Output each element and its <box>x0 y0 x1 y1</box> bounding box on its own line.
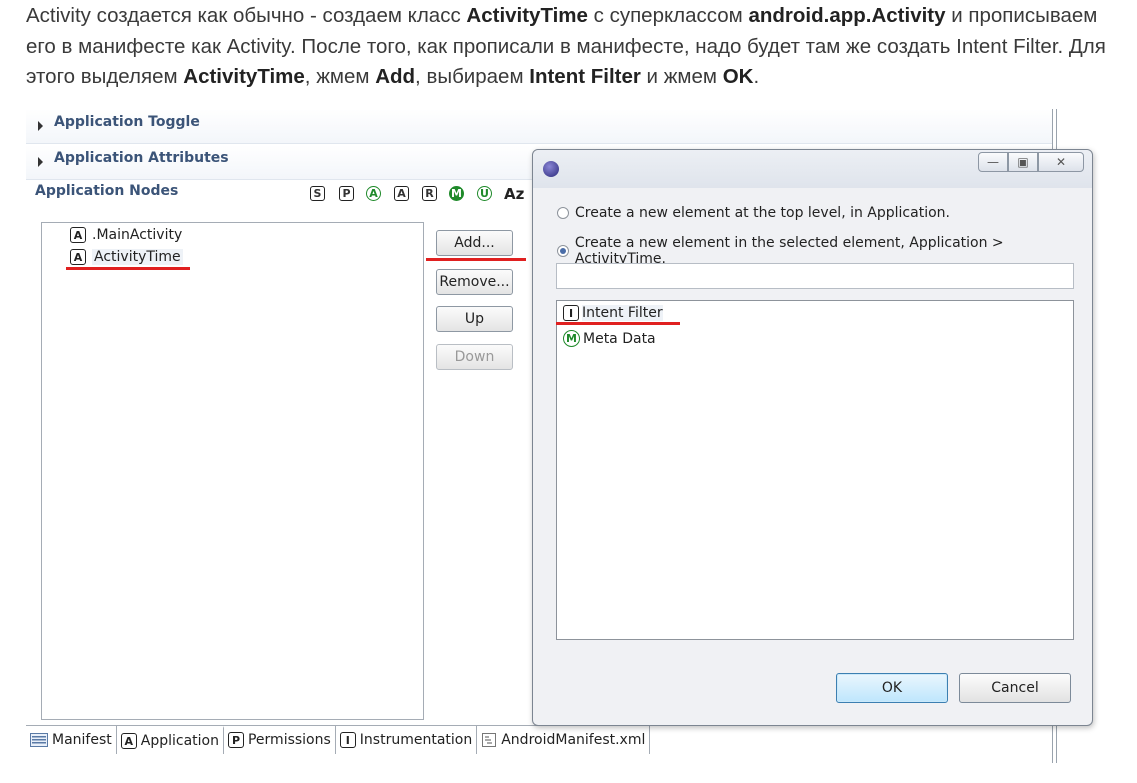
radio-selected-icon[interactable] <box>557 245 569 257</box>
tab-label: Permissions <box>247 732 331 748</box>
paragraph-bold: ActivityTime <box>466 4 588 27</box>
close-icon[interactable]: ✕ <box>1038 152 1084 172</box>
option-label: Create a new element at the top level, i… <box>575 205 950 221</box>
list-item-intent-filter[interactable]: I Intent Filter <box>563 305 663 321</box>
add-service-icon[interactable]: S <box>310 186 325 201</box>
paragraph-bold: Intent Filter <box>529 65 641 88</box>
xml-file-icon <box>482 733 497 747</box>
ok-button[interactable]: OK <box>836 673 948 703</box>
paragraph-text: Activity создается как обычно - создаем … <box>26 1 1116 93</box>
add-uses-library-icon[interactable]: U <box>477 186 492 201</box>
paragraph-bold: OK <box>722 65 754 88</box>
eclipse-screenshot: Application Toggle Application Attribute… <box>26 109 1111 763</box>
application-icon: A <box>120 733 137 749</box>
add-button[interactable]: Add... <box>436 230 513 256</box>
add-receiver-icon[interactable]: R <box>422 186 437 201</box>
tab-androidmanifest-xml[interactable]: AndroidManifest.xml <box>477 726 651 754</box>
radio-icon[interactable] <box>557 207 569 219</box>
activity-icon: A <box>70 249 86 265</box>
tab-instrumentation[interactable]: I Instrumentation <box>336 726 478 754</box>
minimize-icon[interactable]: — <box>978 152 1008 172</box>
highlight-underline <box>426 258 526 261</box>
expand-triangle-icon <box>38 121 43 131</box>
paragraph-part: , выбираем <box>415 65 530 88</box>
tab-label: Application <box>140 733 219 749</box>
list-item-label: Meta Data <box>583 330 656 347</box>
section-title: Application Toggle <box>54 114 200 130</box>
paragraph-part: , жмем <box>304 65 376 88</box>
section-application-toggle[interactable]: Application Toggle <box>26 109 1052 144</box>
tab-application[interactable]: A Application <box>116 726 224 754</box>
element-type-list[interactable]: I Intent Filter M Meta Data <box>556 300 1074 640</box>
expand-triangle-icon <box>38 157 43 167</box>
highlight-underline <box>556 322 680 325</box>
dialog-titlebar: — ▣ ✕ <box>533 150 1092 188</box>
intent-filter-icon: I <box>563 305 579 321</box>
add-activity-icon[interactable]: A <box>394 186 409 201</box>
paragraph-part: . <box>753 65 760 88</box>
add-activity-alias-icon[interactable]: A <box>366 186 381 201</box>
down-button[interactable]: Down <box>436 344 513 370</box>
remove-button[interactable]: Remove... <box>436 269 513 295</box>
list-item-label: Intent Filter <box>582 305 663 321</box>
highlight-underline <box>66 267 190 270</box>
list-item-meta-data[interactable]: M Meta Data <box>563 330 656 347</box>
paragraph-part: и жмем <box>640 65 723 88</box>
tree-item-label: .MainActivity <box>92 227 183 243</box>
tree-item-mainactivity[interactable]: A .MainActivity <box>70 227 182 243</box>
tab-label: Instrumentation <box>359 732 473 748</box>
tab-manifest[interactable]: Manifest <box>26 726 117 754</box>
paragraph-bold: android.app.Activity <box>748 4 946 27</box>
window-controls: — ▣ ✕ <box>978 152 1084 172</box>
add-provider-icon[interactable]: P <box>339 186 354 201</box>
cancel-button[interactable]: Cancel <box>959 673 1071 703</box>
application-nodes-tree[interactable]: A .MainActivity A ActivityTime <box>41 222 424 720</box>
permissions-icon: P <box>227 732 244 748</box>
filter-input[interactable] <box>556 263 1074 289</box>
tree-item-activitytime[interactable]: A ActivityTime <box>70 249 183 265</box>
tab-permissions[interactable]: P Permissions <box>224 726 336 754</box>
meta-data-icon: M <box>563 330 580 347</box>
option-top-level[interactable]: Create a new element at the top level, i… <box>557 205 950 221</box>
paragraph-bold: ActivityTime <box>183 65 305 88</box>
tree-item-label: ActivityTime <box>92 249 183 265</box>
maximize-icon[interactable]: ▣ <box>1008 152 1038 172</box>
add-metadata-icon[interactable]: M <box>449 186 464 201</box>
section-title: Application Attributes <box>54 150 229 166</box>
up-button[interactable]: Up <box>436 306 513 332</box>
application-nodes-header: Application Nodes <box>35 183 179 199</box>
instrumentation-icon: I <box>339 732 356 748</box>
manifest-icon <box>30 733 48 747</box>
activity-icon: A <box>70 227 86 243</box>
paragraph-part: с суперклассом <box>587 4 749 27</box>
editor-tabs: Manifest A Application P Permissions I I… <box>26 725 1052 754</box>
tab-label: AndroidManifest.xml <box>501 732 646 748</box>
new-element-dialog: — ▣ ✕ Create a new element at the top le… <box>532 149 1093 726</box>
sort-icon[interactable]: Az <box>504 185 524 203</box>
eclipse-icon <box>543 161 559 177</box>
instruction-paragraph: Activity создается как обычно - создаем … <box>26 1 1116 93</box>
paragraph-part: Activity создается как обычно - создаем … <box>26 4 467 27</box>
tab-label: Manifest <box>52 732 112 748</box>
paragraph-bold: Add <box>375 65 416 88</box>
